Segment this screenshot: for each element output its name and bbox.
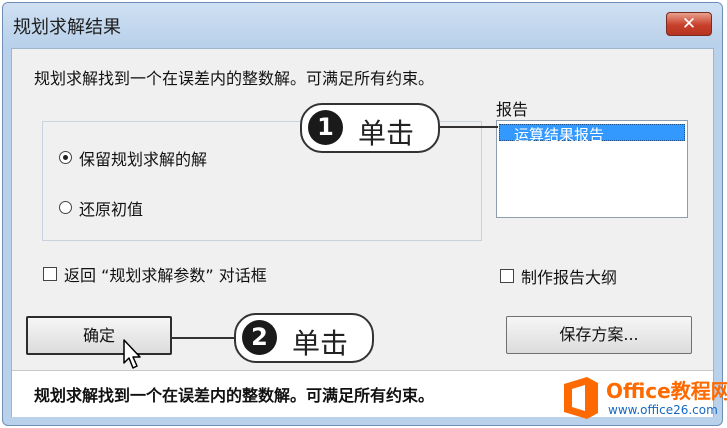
save-scenario-button[interactable]: 保存方案... [506,316,692,354]
report-list-item[interactable]: 运算结果报告 [499,124,685,144]
close-button[interactable]: ✕ [666,12,712,36]
office-logo-icon [564,377,598,419]
callout-2-number: 2 [242,320,277,355]
callout-2: 2 单击 [234,313,374,363]
callout-1-text: 单击 [358,117,415,150]
callout-2-text: 单击 [292,327,349,360]
result-message: 规划求解找到一个在误差内的整数解。可满足所有约束。 [34,69,435,88]
window-title: 规划求解结果 [13,17,121,38]
watermark-url: www.office26.com [608,403,718,417]
close-icon: ✕ [681,14,697,34]
report-label: 报告 [496,100,529,119]
watermark-brand: Office教程网 [606,379,727,403]
dialog-window: 规划求解结果 ✕ 规划求解找到一个在误差内的整数解。可满足所有约束。 报告 运算… [2,2,723,426]
return-dialog-checkbox[interactable] [43,267,57,281]
outline-report-checkbox[interactable] [500,269,514,283]
return-dialog-label[interactable]: 返回 “规划求解参数” 对话框 [64,262,267,286]
keep-solution-radio[interactable] [59,151,72,164]
keep-solution-label[interactable]: 保留规划求解的解 [79,146,207,170]
watermark: Office教程网 www.office26.com [556,373,727,427]
callout-2-leader [170,337,238,339]
restore-values-radio[interactable] [59,201,72,214]
report-listbox[interactable]: 运算结果报告 [496,120,688,218]
callout-1-leader [436,126,498,128]
title-bar[interactable]: 规划求解结果 ✕ [3,3,722,45]
mouse-pointer-icon [123,339,141,369]
restore-values-label[interactable]: 还原初值 [79,196,143,220]
status-message: 规划求解找到一个在误差内的整数解。可满足所有约束。 [34,386,435,405]
callout-1-number: 1 [308,110,343,145]
outline-report-label[interactable]: 制作报告大纲 [521,264,617,288]
callout-1: 1 单击 [300,103,440,153]
ok-button[interactable]: 确定 [26,316,172,355]
